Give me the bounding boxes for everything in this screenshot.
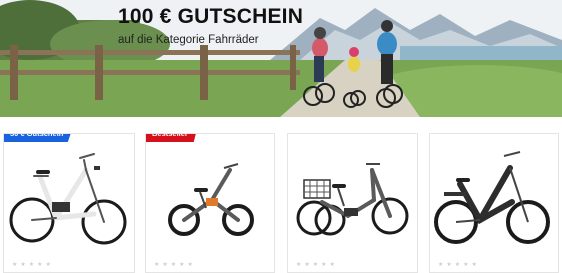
bestseller-badge: Bestseller (146, 134, 198, 142)
rating-stars: ★★★★★ (296, 262, 338, 268)
rating-stars: ★★★★★ (12, 262, 54, 268)
product-card[interactable]: ★★★★★ (287, 133, 418, 273)
rating-stars: ★★★★★ (154, 262, 196, 268)
promo-title: 100 € GUTSCHEIN (118, 5, 304, 28)
e-bike-step-through-white-icon (9, 153, 127, 245)
promo-subtitle: auf die Kategorie Fahrräder (118, 34, 259, 46)
rating-stars: ★★★★★ (438, 262, 480, 268)
product-card[interactable]: Bestseller ★★★★★ (145, 133, 275, 273)
tricycle-e-bike-icon (296, 163, 409, 236)
voucher-badge: 50 € Gutschein (4, 134, 74, 142)
product-card[interactable]: 50 € Gutschein ★★★★★ (3, 133, 135, 273)
promo-banner[interactable]: 100 € GUTSCHEIN auf die Kategorie Fahrrä… (0, 0, 562, 117)
folding-e-bike-icon (168, 163, 254, 236)
product-card[interactable]: ★★★★★ (429, 133, 559, 273)
e-bike-low-entry-black-icon (434, 151, 550, 244)
